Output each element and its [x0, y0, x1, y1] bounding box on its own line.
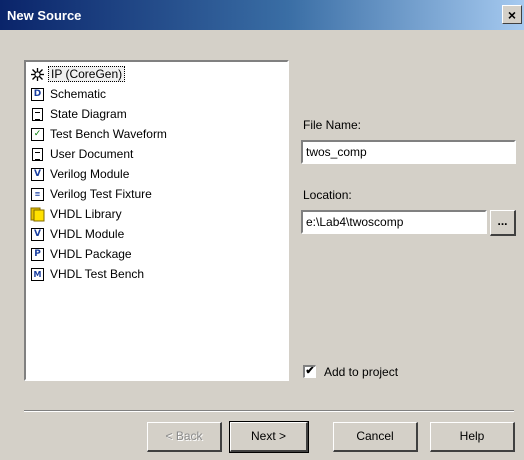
verilog-fixture-icon: ≡ [30, 187, 45, 202]
list-item-label: Verilog Test Fixture [50, 187, 152, 201]
list-item-verilog-test-fixture[interactable]: ≡ Verilog Test Fixture [30, 184, 154, 204]
coregen-icon [30, 67, 45, 82]
list-item-label: Test Bench Waveform [50, 127, 167, 141]
file-name-label: File Name: [303, 118, 362, 132]
list-item-user-document[interactable]: User Document [30, 144, 135, 164]
cancel-button[interactable]: Cancel [333, 422, 418, 452]
list-item-ip-coregen[interactable]: IP (CoreGen) [30, 64, 126, 84]
waveform-icon: ✓ [30, 127, 45, 142]
browse-button[interactable]: ... [490, 210, 516, 236]
list-item-test-bench-waveform[interactable]: ✓ Test Bench Waveform [30, 124, 169, 144]
location-label: Location: [303, 188, 352, 202]
list-item-label: IP (CoreGen) [48, 66, 126, 82]
list-item-vhdl-library[interactable]: VHDL Library [30, 204, 124, 224]
verilog-module-icon: V [30, 167, 45, 182]
close-icon: × [507, 7, 517, 23]
list-item-vhdl-package[interactable]: P VHDL Package [30, 244, 134, 264]
document-icon [30, 147, 45, 162]
list-item-label: Schematic [50, 87, 107, 101]
help-button[interactable]: Help [430, 422, 515, 452]
list-item-label: Verilog Module [50, 167, 130, 181]
list-item-vhdl-test-bench[interactable]: M VHDL Test Bench [30, 264, 146, 284]
add-to-project-label: Add to project [324, 365, 399, 379]
state-diagram-icon [30, 107, 45, 122]
title-bar: New Source × [0, 0, 524, 30]
list-item-label: VHDL Library [50, 207, 122, 221]
vhdl-module-icon: V [30, 227, 45, 242]
folder-icon [30, 207, 45, 222]
back-button[interactable]: < Back [147, 422, 222, 452]
window-title: New Source [7, 8, 82, 23]
source-type-list[interactable]: IP (CoreGen) D Schematic State Diagram ✓… [24, 60, 289, 381]
schematic-icon: D [30, 87, 45, 102]
list-item-label: VHDL Package [50, 247, 132, 261]
list-item-label: VHDL Test Bench [50, 267, 145, 281]
vhdl-package-icon: P [30, 247, 45, 262]
list-item-vhdl-module[interactable]: V VHDL Module [30, 224, 126, 244]
list-item-label: VHDL Module [50, 227, 125, 241]
add-to-project-checkbox[interactable]: ✔ [303, 365, 316, 378]
browse-label: ... [497, 214, 508, 228]
list-item-state-diagram[interactable]: State Diagram [30, 104, 129, 124]
next-button[interactable]: Next > [229, 421, 309, 453]
list-item-label: User Document [50, 147, 134, 161]
file-name-input[interactable] [301, 140, 516, 164]
close-button[interactable]: × [502, 5, 522, 24]
list-item-schematic[interactable]: D Schematic [30, 84, 108, 104]
checkmark-icon: ✔ [305, 365, 315, 377]
separator [24, 410, 514, 412]
vhdl-testbench-icon: M [30, 267, 45, 282]
list-item-label: State Diagram [50, 107, 127, 121]
list-item-verilog-module[interactable]: V Verilog Module [30, 164, 131, 184]
location-input[interactable] [301, 210, 487, 234]
